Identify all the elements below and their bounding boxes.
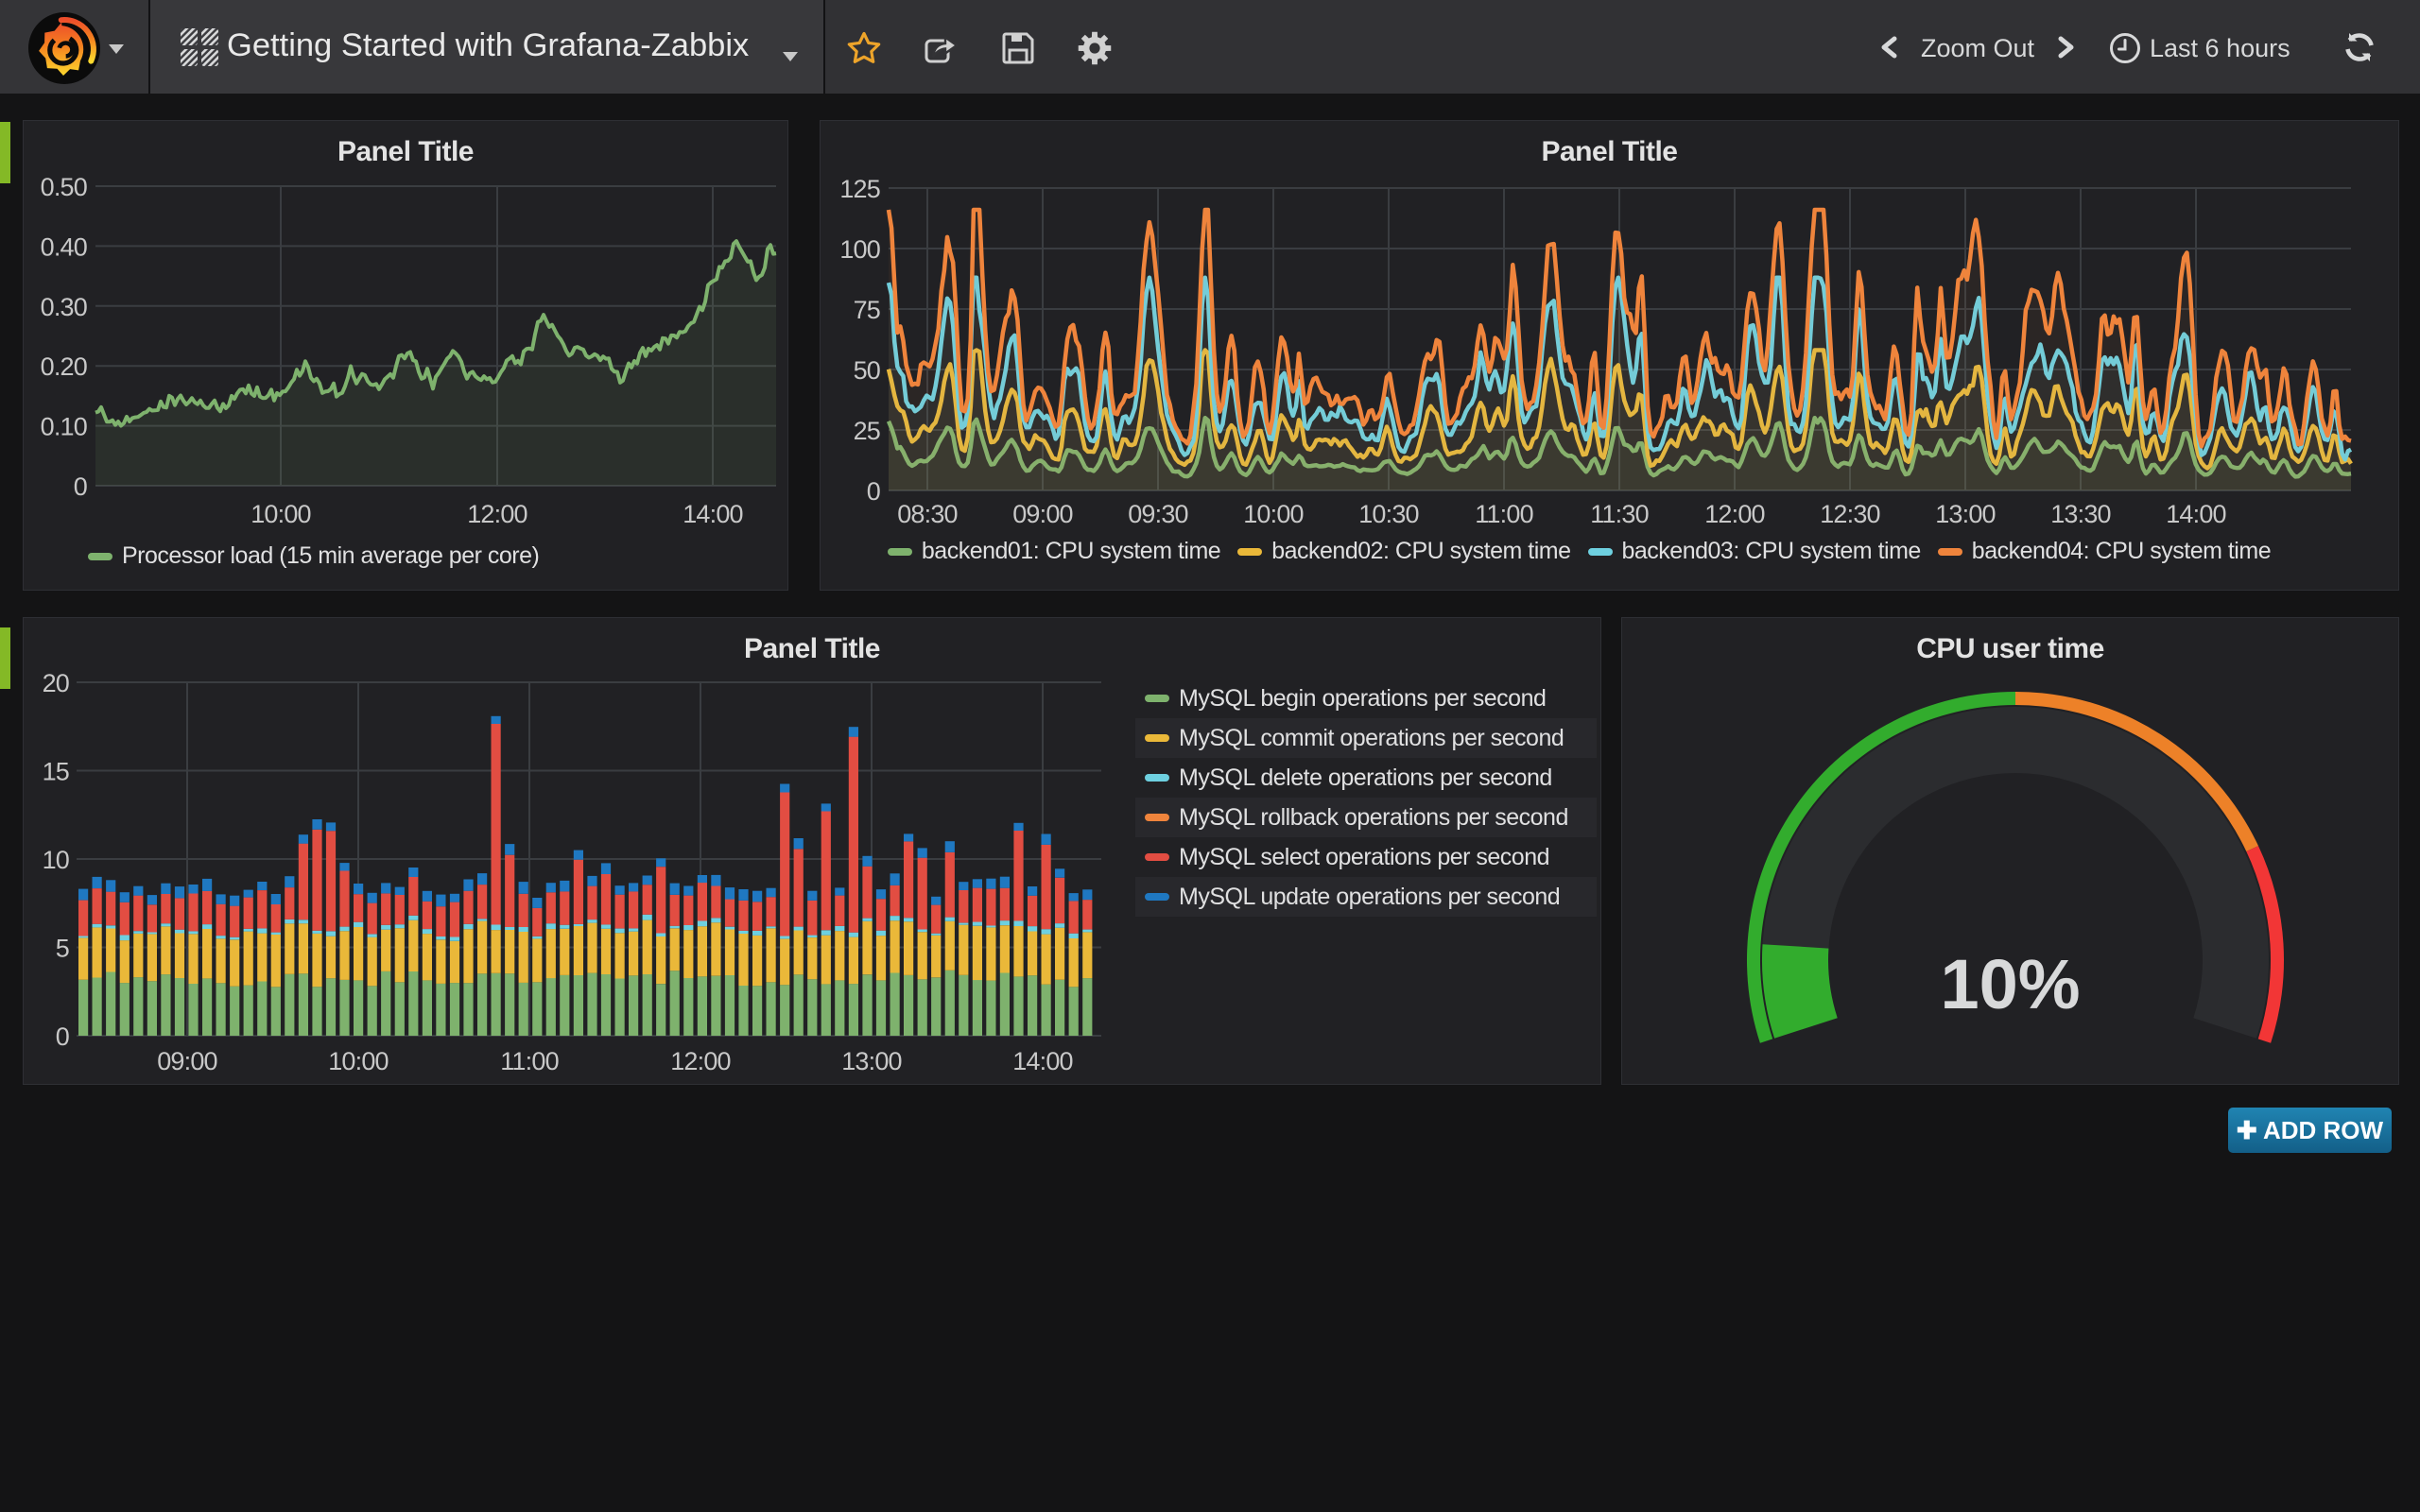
svg-text:11:00: 11:00 <box>500 1047 559 1075</box>
svg-text:0: 0 <box>867 477 880 506</box>
svg-text:15: 15 <box>43 758 69 786</box>
svg-text:12:00: 12:00 <box>467 500 527 528</box>
svg-text:0.10: 0.10 <box>41 413 87 441</box>
svg-text:0: 0 <box>56 1022 69 1051</box>
svg-text:14:00: 14:00 <box>683 500 743 528</box>
svg-text:13:30: 13:30 <box>2050 500 2111 528</box>
svg-text:13:00: 13:00 <box>1935 500 1996 528</box>
svg-text:14:00: 14:00 <box>1012 1047 1073 1075</box>
svg-text:09:00: 09:00 <box>157 1047 217 1075</box>
svg-text:12:30: 12:30 <box>1820 500 1880 528</box>
svg-text:100: 100 <box>839 235 880 264</box>
svg-text:09:00: 09:00 <box>1012 500 1073 528</box>
svg-text:25: 25 <box>854 417 880 445</box>
svg-text:0: 0 <box>74 472 87 501</box>
svg-text:12:00: 12:00 <box>1704 500 1765 528</box>
svg-text:13:00: 13:00 <box>841 1047 902 1075</box>
svg-text:12:00: 12:00 <box>670 1047 731 1075</box>
svg-text:11:30: 11:30 <box>1590 500 1649 528</box>
svg-text:11:00: 11:00 <box>1475 500 1533 528</box>
svg-text:10:00: 10:00 <box>328 1047 389 1075</box>
svg-text:125: 125 <box>839 175 880 203</box>
svg-text:0.20: 0.20 <box>41 352 87 381</box>
svg-text:10: 10 <box>43 846 69 874</box>
svg-text:09:30: 09:30 <box>1128 500 1188 528</box>
svg-text:0.30: 0.30 <box>41 293 87 321</box>
svg-text:20: 20 <box>43 669 69 697</box>
svg-text:5: 5 <box>56 935 69 963</box>
svg-text:50: 50 <box>854 356 880 385</box>
svg-text:10:00: 10:00 <box>251 500 311 528</box>
svg-text:14:00: 14:00 <box>2166 500 2226 528</box>
svg-text:10:30: 10:30 <box>1358 500 1419 528</box>
svg-text:10:00: 10:00 <box>1243 500 1304 528</box>
svg-text:0.40: 0.40 <box>41 232 87 261</box>
svg-text:75: 75 <box>854 296 880 324</box>
svg-text:0.50: 0.50 <box>41 173 87 201</box>
svg-text:08:30: 08:30 <box>897 500 958 528</box>
